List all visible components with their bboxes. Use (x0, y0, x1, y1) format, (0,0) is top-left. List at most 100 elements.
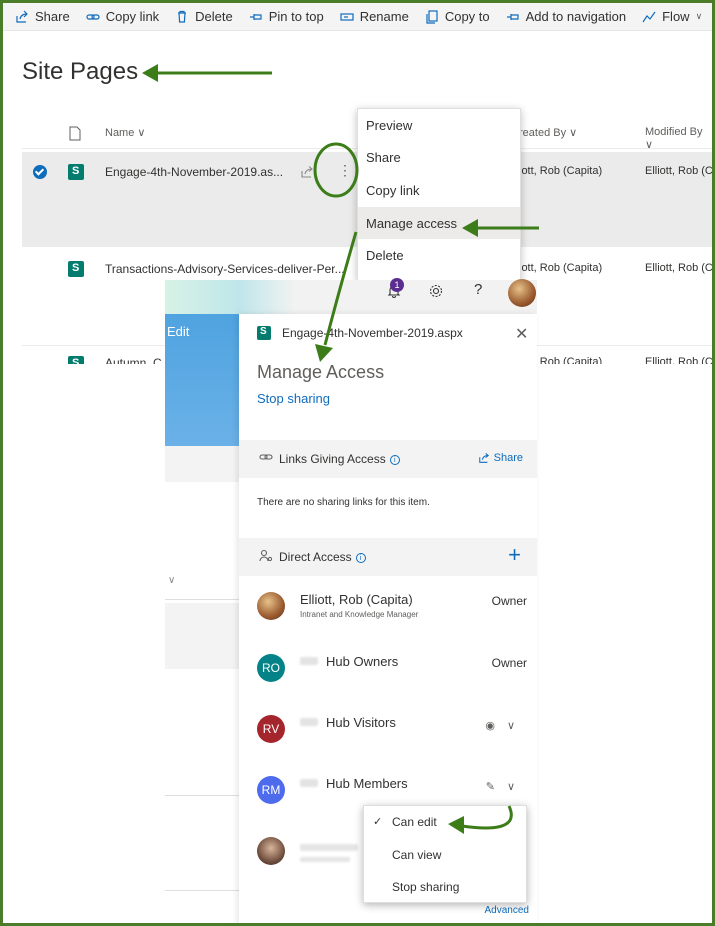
group-name: Hub Visitors (300, 715, 396, 730)
delete-command[interactable]: Delete (175, 9, 233, 24)
background-block (165, 446, 239, 482)
avatar (257, 592, 285, 620)
menu-item-preview[interactable]: Preview (358, 109, 520, 142)
group-avatar: RM (257, 776, 285, 804)
created-by-cell: iott, Rob (Capita) (519, 165, 603, 177)
share-icon[interactable] (300, 166, 314, 179)
menu-item-delete[interactable]: Delete (358, 239, 520, 272)
modified-by-cell: Elliott, Rob (Ca (645, 262, 715, 274)
chevron-down-icon: ∨ (506, 720, 515, 732)
notification-badge: 1 (390, 278, 404, 292)
share-button[interactable]: Share (478, 452, 523, 464)
more-actions-icon[interactable]: ⋮ (338, 162, 352, 179)
menu-item-copy-link[interactable]: Copy link (358, 174, 520, 207)
info-icon[interactable]: i (355, 553, 366, 563)
permission-selector[interactable]: ✎ ∨ (486, 780, 515, 793)
pin-to-top-command[interactable]: Pin to top (249, 9, 324, 24)
column-header-name[interactable]: Name ∨ (105, 126, 145, 139)
access-list-item: RO Hub Owners Owner (239, 646, 537, 692)
pencil-icon: ✎ (485, 781, 495, 793)
access-list-item: RV Hub Visitors ◉ ∨ (239, 707, 537, 753)
direct-access-title: Direct Access (279, 550, 352, 564)
rename-command-label: Rename (359, 9, 409, 24)
add-icon[interactable]: + (508, 542, 521, 568)
trash-icon (178, 10, 187, 23)
sharepoint-page-icon (68, 356, 84, 364)
links-section-label: Links Giving Access i (279, 452, 400, 466)
checkmark-icon: ✓ (373, 816, 383, 828)
links-section-title: Links Giving Access (279, 452, 386, 466)
rename-command[interactable]: Rename (340, 9, 409, 24)
delete-command-label: Delete (195, 9, 233, 24)
file-name-link[interactable]: Transactions-Advisory-Services-deliver-P… (105, 262, 355, 276)
modified-by-cell: Elliott, Rob (Ca (645, 356, 712, 364)
menu-item-manage-access[interactable]: Manage access (358, 206, 520, 240)
chevron-down-icon: ∨ (506, 781, 515, 793)
panel-file-name: Engage-4th-November-2019.aspx (282, 326, 463, 340)
person-title: Intranet and Knowledge Manager (300, 610, 419, 619)
annotation-arrow-title (142, 64, 272, 82)
rename-icon (340, 12, 354, 21)
blurred-person-name (300, 839, 358, 854)
site-banner: Edit (165, 314, 239, 446)
created-by-cell: iott, Rob (Capita) (519, 262, 603, 274)
share-command-label: Share (35, 9, 70, 24)
direct-access-label: Direct Access i (279, 550, 366, 564)
role-label: Owner (491, 594, 527, 608)
copy-to-command[interactable]: Copy to (425, 9, 490, 24)
option-can-edit[interactable]: ✓ Can edit (364, 806, 526, 839)
file-name-link[interactable]: Engage-4th-November-2019.as... (105, 165, 295, 179)
group-name-text: Hub Owners (326, 654, 399, 669)
modified-by-cell: Elliott, Rob (Ca (645, 165, 715, 177)
page-title: Site Pages (22, 58, 139, 85)
avatar (257, 837, 285, 865)
advanced-link[interactable]: Advanced (485, 905, 529, 916)
row-checkbox[interactable] (33, 165, 47, 179)
column-header-created-by[interactable]: reated By ∨ (519, 126, 577, 139)
add-to-navigation-command-label: Add to navigation (525, 9, 627, 24)
stop-sharing-link[interactable]: Stop sharing (257, 391, 330, 406)
group-name: Hub Owners (300, 654, 398, 669)
column-name-label: Name (105, 127, 135, 139)
sharepoint-page-icon (68, 261, 84, 277)
document-type-icon (69, 126, 81, 141)
share-button-label: Share (493, 452, 523, 464)
add-to-navigation-command[interactable]: Add to navigation (506, 9, 626, 24)
blurred-person-title (300, 855, 350, 864)
pin-icon (249, 13, 262, 20)
option-stop-sharing[interactable]: Stop sharing (364, 871, 526, 904)
option-can-edit-label: Can edit (392, 815, 437, 830)
group-name: Hub Members (300, 776, 408, 791)
group-name-text: Hub Members (326, 776, 408, 791)
chevron-down-icon: ∨ (168, 575, 176, 586)
sharepoint-page-icon (68, 164, 84, 180)
share-command[interactable]: Share (15, 9, 70, 24)
share-icon (478, 452, 489, 463)
panel-heading: Manage Access (257, 362, 385, 382)
access-list-item: Elliott, Rob (Capita) Intranet and Knowl… (239, 584, 537, 630)
context-menu: Preview Share Copy link Manage access De… (357, 108, 521, 281)
flow-command-label: Flow (662, 9, 690, 24)
menu-item-share[interactable]: Share (358, 142, 520, 175)
flow-icon (642, 11, 656, 22)
share-icon (16, 10, 28, 23)
edit-button[interactable]: Edit (167, 324, 189, 339)
group-avatar: RO (257, 654, 285, 682)
gear-icon[interactable] (428, 283, 444, 299)
chevron-down-icon: ∨ (569, 127, 578, 139)
option-can-view[interactable]: Can view (364, 839, 526, 872)
copy-link-command-label: Copy link (105, 9, 160, 24)
flow-command[interactable]: Flow ∨ (642, 9, 702, 24)
link-icon (259, 454, 273, 460)
copy-link-command[interactable]: Copy link (86, 9, 159, 24)
copy-to-command-label: Copy to (444, 9, 490, 24)
direct-access-section-header: Direct Access i + (239, 538, 537, 576)
close-icon[interactable]: ✕ (515, 324, 528, 344)
permission-selector[interactable]: ◉ ∨ (485, 719, 515, 732)
background-divider (165, 890, 239, 891)
help-icon[interactable]: ? (474, 281, 482, 298)
background-block (165, 603, 239, 669)
avatar[interactable] (508, 279, 536, 307)
pin-to-top-command-label: Pin to top (268, 9, 324, 24)
info-icon[interactable]: i (389, 455, 400, 465)
